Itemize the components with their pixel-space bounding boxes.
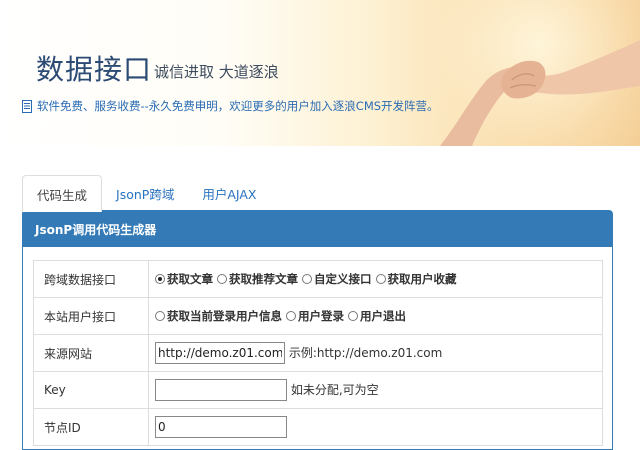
form-row-cross-domain: 跨域数据接口 获取文章 获取推荐文章 自定义接口 获取用户收藏 (33, 260, 603, 298)
radio-get-article[interactable] (155, 274, 165, 284)
tab-user-ajax[interactable]: 用户AJAX (188, 175, 270, 211)
header-banner: 数据接口 诚信进取 大道逐浪 软件免费、服务收费--永久免费申明，欢迎更多的用户… (0, 0, 640, 146)
form-row-local-user: 本站用户接口 获取当前登录用户信息 用户登录 用户退出 (33, 297, 603, 335)
radio-user-login[interactable] (286, 311, 296, 321)
radio-user-logout[interactable] (348, 311, 358, 321)
key-hint: 如未分配,可为空 (290, 383, 379, 397)
banner-slogan: 诚信进取 大道逐浪 (154, 63, 279, 81)
form-row-source-site: 来源网站 示例:http://demo.z01.com (33, 334, 603, 372)
radio-get-article-label[interactable]: 获取文章 (167, 271, 213, 287)
radio-get-recommended-article[interactable] (217, 274, 227, 284)
tab-bar: 代码生成 JsonP跨域 用户AJAX (22, 175, 613, 212)
radio-get-user-favorites[interactable] (375, 274, 386, 284)
key-input[interactable] (155, 379, 287, 401)
generator-form: 跨域数据接口 获取文章 获取推荐文章 自定义接口 获取用户收藏 本站用户接口 获… (33, 260, 603, 446)
local-user-label: 本站用户接口 (33, 297, 149, 335)
radio-user-login-label[interactable]: 用户登录 (298, 308, 344, 324)
radio-user-logout-label[interactable]: 用户退出 (360, 308, 406, 324)
source-site-label: 来源网站 (33, 334, 149, 372)
page-title: 数据接口 (36, 53, 153, 86)
tab-code-generate[interactable]: 代码生成 (22, 175, 103, 212)
radio-get-recommended-article-label[interactable]: 获取推荐文章 (229, 271, 298, 287)
form-row-key: Key 如未分配,可为空 (33, 371, 603, 409)
notice-text: 软件免费、服务收费--永久免费申明，欢迎更多的用户加入逐浪CMS开发阵营。 (37, 99, 439, 113)
source-site-input[interactable] (155, 342, 285, 364)
radio-get-user-favorites-label[interactable]: 获取用户收藏 (388, 271, 457, 287)
document-icon (22, 99, 32, 113)
local-user-radio-group: 获取当前登录用户信息 用户登录 用户退出 (155, 308, 596, 324)
generator-panel: JsonP调用代码生成器 跨域数据接口 获取文章 获取推荐文章 自定义接口 获取… (22, 210, 613, 450)
radio-custom-interface-label[interactable]: 自定义接口 (314, 271, 372, 287)
source-site-hint: 示例:http://demo.z01.com (288, 346, 443, 360)
panel-title: JsonP调用代码生成器 (23, 211, 612, 247)
cross-domain-radio-group: 获取文章 获取推荐文章 自定义接口 获取用户收藏 (155, 271, 596, 287)
cross-domain-label: 跨域数据接口 (33, 260, 149, 298)
radio-custom-interface[interactable] (302, 274, 312, 284)
key-label: Key (33, 371, 149, 409)
node-id-input[interactable] (155, 416, 287, 438)
holding-hands-image (440, 40, 640, 146)
radio-get-current-user[interactable] (155, 311, 165, 321)
radio-get-current-user-label[interactable]: 获取当前登录用户信息 (167, 308, 282, 324)
tab-jsonp-cross-domain[interactable]: JsonP跨域 (102, 175, 188, 211)
banner-notice: 软件免费、服务收费--永久免费申明，欢迎更多的用户加入逐浪CMS开发阵营。 (22, 98, 439, 114)
